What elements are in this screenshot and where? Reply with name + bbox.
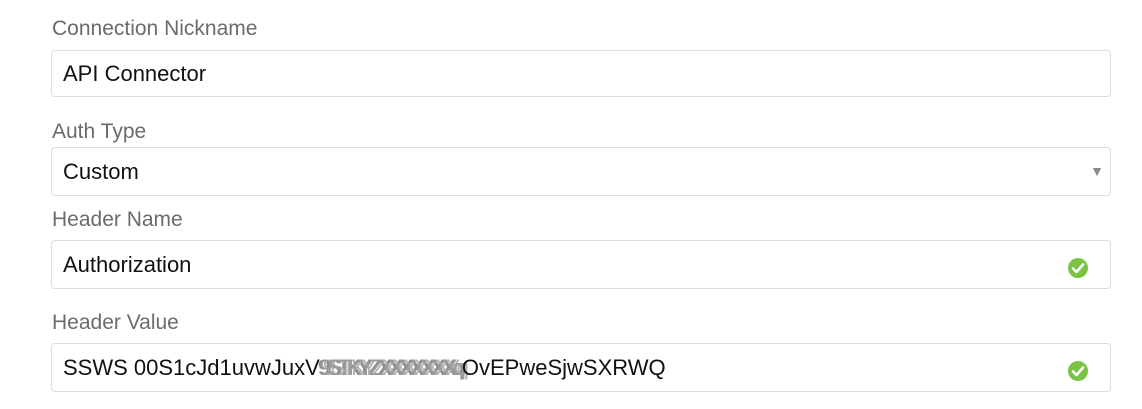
connection-nickname-input[interactable]: API Connector	[51, 50, 1111, 97]
header-name-input[interactable]: Authorization	[51, 240, 1111, 289]
valid-check-icon	[1068, 258, 1088, 278]
header-name-value: Authorization	[63, 252, 192, 277]
auth-type-label: Auth Type	[52, 120, 147, 143]
connection-nickname-label: Connection Nickname	[52, 17, 258, 40]
valid-check-icon	[1068, 361, 1088, 381]
header-value-input[interactable]: SSWS 00S1cJd1uvwJuxV9STKYZXXXXXXXqOvEPwe…	[51, 343, 1111, 392]
auth-type-select[interactable]: Custom ▼	[51, 147, 1111, 196]
header-value-suffix: OvEPweSjwSXRWQ	[461, 355, 666, 380]
auth-type-selected-value: Custom	[63, 159, 139, 184]
header-value-label: Header Value	[52, 311, 179, 334]
header-value-text: SSWS 00S1cJd1uvwJuxV9STKYZXXXXXXXqOvEPwe…	[63, 344, 666, 391]
header-name-label: Header Name	[52, 208, 183, 231]
connection-nickname-value: API Connector	[63, 61, 207, 86]
chevron-down-icon[interactable]: ▼	[1090, 148, 1104, 195]
header-value-redacted: 9STKYZXXXXXXXq	[319, 355, 466, 380]
header-value-prefix: SSWS 00S1cJd1uvwJuxV	[63, 355, 320, 380]
